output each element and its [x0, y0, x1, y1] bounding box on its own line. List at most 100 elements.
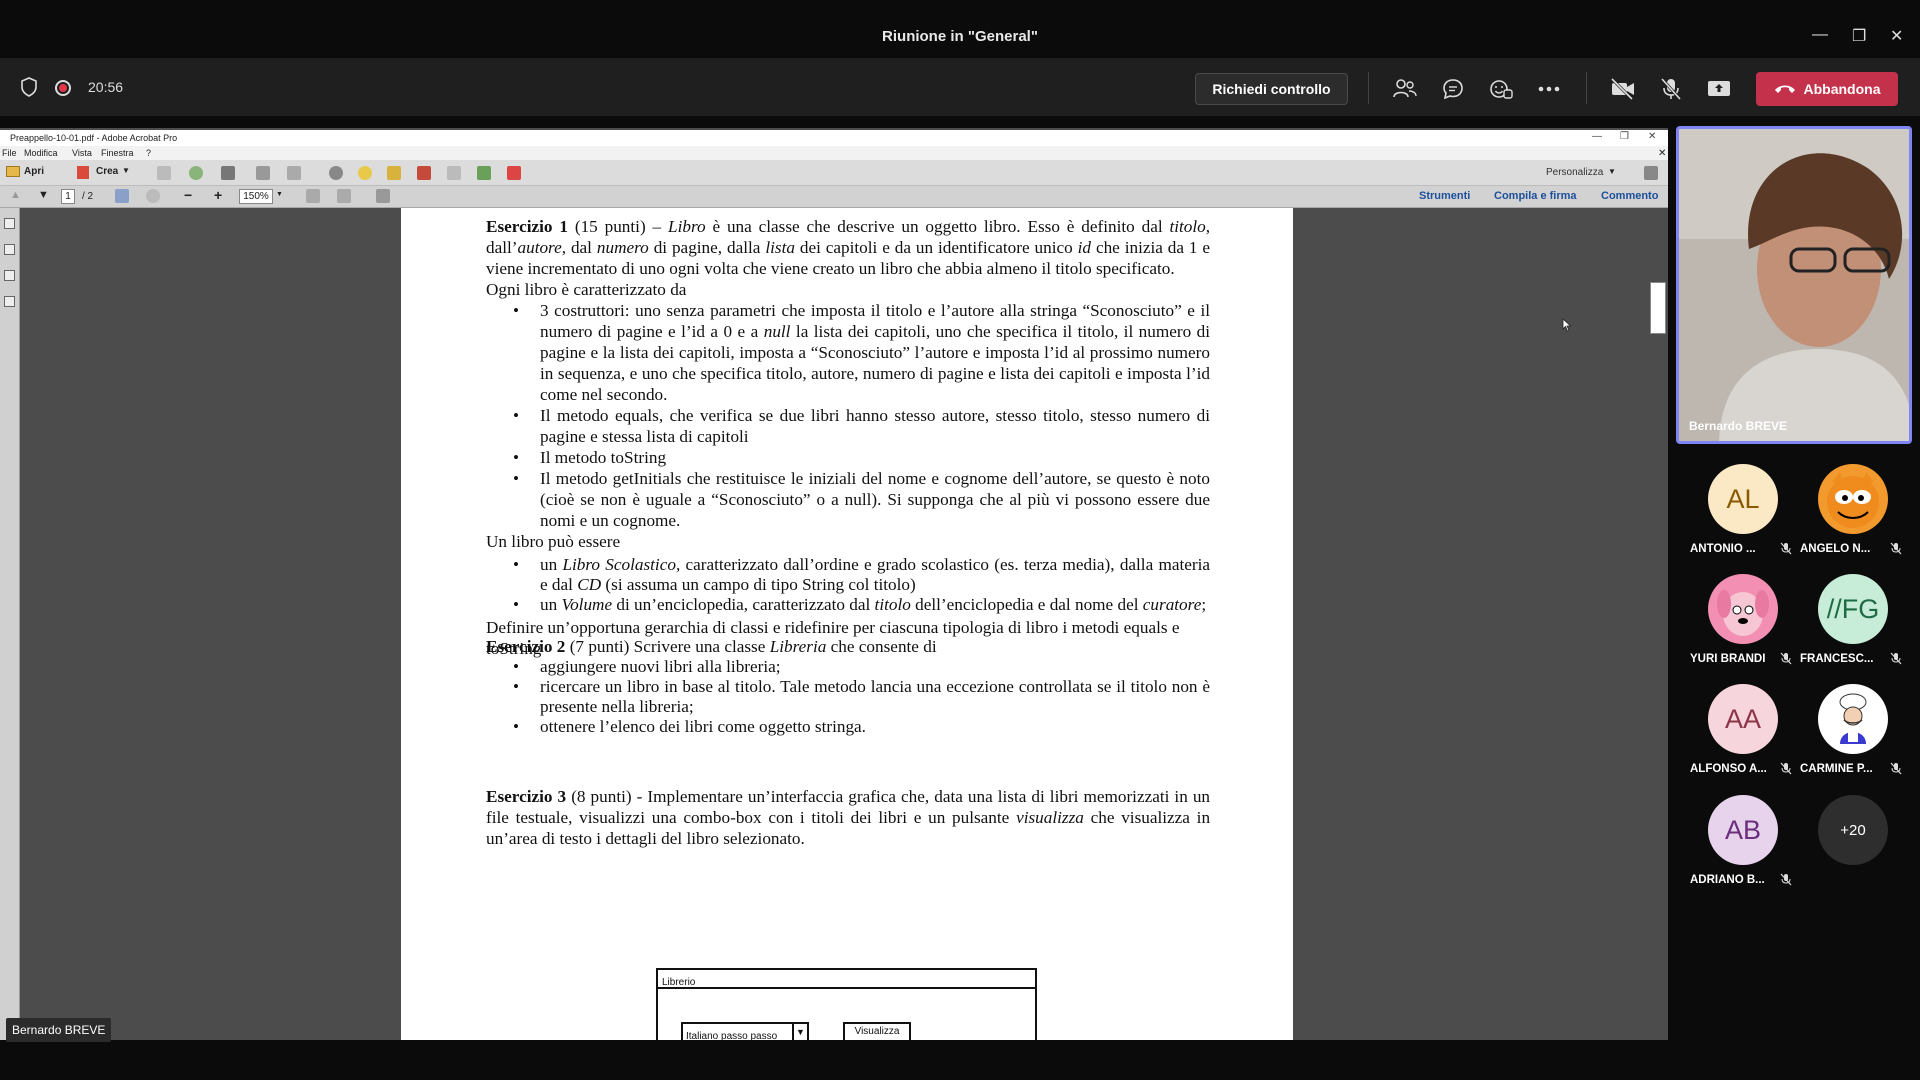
acrobat-toolbar: Apri Crea ▼ Personalizza ▼	[0, 160, 1668, 186]
meeting-timer: 20:56	[88, 79, 124, 95]
menu-close-icon[interactable]: ✕	[1658, 148, 1666, 159]
menu-finestra[interactable]: Finestra	[101, 148, 134, 158]
open-button[interactable]: Apri	[24, 166, 44, 177]
zoom-in-icon[interactable]: +	[214, 187, 222, 203]
export-icon[interactable]	[417, 166, 431, 180]
comment-icon[interactable]	[358, 166, 372, 180]
menu-modifica[interactable]: Modifica	[24, 148, 58, 158]
emph-null: null	[763, 322, 791, 341]
participant-tile[interactable]: CARMINE P...	[1798, 684, 1908, 784]
pdf-scrollbar-thumb[interactable]	[1650, 282, 1666, 334]
speaker-video-tile[interactable]: Bernardo BREVE	[1676, 126, 1912, 444]
pages-panel-icon[interactable]	[4, 218, 15, 229]
text: è una classe che descrive un oggetto lib…	[712, 217, 1163, 236]
mic-off-icon	[1780, 873, 1792, 891]
list-item: aggiungere nuovi libri alla libreria;	[486, 657, 1210, 677]
speaker-name: Bernardo BREVE	[1689, 419, 1788, 433]
close-icon[interactable]: ✕	[1890, 26, 1903, 46]
customize-chevron-icon[interactable]: ▼	[1608, 167, 1616, 176]
print-icon[interactable]	[221, 166, 235, 180]
menu-vista[interactable]: Vista	[72, 148, 92, 158]
library-methods-list: aggiungere nuovi libri alla libreria; ri…	[486, 657, 1210, 737]
sign-icon[interactable]	[507, 166, 521, 180]
prev-page-icon[interactable]: ▲	[10, 189, 21, 201]
restore-icon[interactable]: ❐	[1852, 26, 1866, 46]
page-number-input[interactable]: 1	[61, 189, 75, 204]
create-chevron-icon[interactable]: ▼	[122, 166, 130, 175]
highlight-icon[interactable]	[387, 166, 401, 180]
customize-button[interactable]: Personalizza	[1546, 167, 1603, 178]
zoom-select[interactable]: 150%	[239, 189, 273, 204]
text: dell’enciclopedia e dal nome del	[915, 595, 1139, 614]
list-item: un Libro Scolastico, caratterizzato dall…	[486, 555, 1210, 595]
leave-button[interactable]: Abbandona	[1756, 72, 1898, 106]
share-screen-icon[interactable]	[1706, 76, 1732, 102]
expand-icon[interactable]	[1644, 166, 1658, 180]
read-mode-icon[interactable]	[376, 189, 390, 203]
acrobat-minimize-icon[interactable]: —	[1592, 131, 1602, 142]
text: un	[540, 595, 558, 614]
list-item: ottenere l’elenco dei libri come oggetto…	[486, 717, 1210, 737]
attachments-panel-icon[interactable]	[4, 270, 15, 281]
avatar: AL	[1708, 464, 1778, 534]
fit-width-icon[interactable]	[306, 189, 320, 203]
emph-numero: numero	[596, 238, 649, 257]
exercise-3: Esercizio 3 (8 punti) - Implementare un’…	[486, 786, 1210, 849]
emph-cd: CD	[577, 575, 602, 594]
minimize-icon[interactable]: —	[1812, 26, 1828, 44]
recording-icon	[55, 80, 71, 96]
create-button[interactable]: Crea	[96, 166, 118, 177]
settings-icon[interactable]	[329, 166, 343, 180]
participant-tile[interactable]: YURI BRANDI	[1688, 574, 1798, 674]
people-icon[interactable]	[1392, 76, 1418, 102]
text: di pagine, dalla	[653, 238, 761, 257]
fit-page-icon[interactable]	[337, 189, 351, 203]
acrobat-title-bar: Preappello-10-01.pdf - Adobe Acrobat Pro…	[0, 130, 1668, 146]
zoom-chevron-icon[interactable]: ▼	[276, 191, 283, 198]
next-page-icon[interactable]: ▼	[38, 189, 49, 201]
hand-tool-icon[interactable]	[146, 189, 160, 203]
bookmarks-panel-icon[interactable]	[4, 244, 15, 255]
emph-autore: autore	[517, 238, 562, 257]
signatures-panel-icon[interactable]	[4, 296, 15, 307]
menu-file[interactable]: File	[2, 148, 17, 158]
presenter-name-tag: Bernardo BREVE	[6, 1018, 112, 1042]
save-icon[interactable]	[157, 166, 171, 180]
email-icon[interactable]	[287, 166, 301, 180]
reactions-icon[interactable]	[1488, 76, 1514, 102]
menu-help[interactable]: ?	[146, 148, 151, 158]
acrobat-restore-icon[interactable]: ❐	[1620, 131, 1629, 142]
participant-tile[interactable]: AB ADRIANO B...	[1688, 795, 1798, 895]
more-participants-tile[interactable]: +20	[1798, 795, 1908, 895]
emph-libro: Libro	[668, 217, 706, 236]
chat-icon[interactable]	[1440, 76, 1466, 102]
upload-icon[interactable]	[189, 166, 203, 180]
participant-tile[interactable]: //FG FRANCESC...	[1798, 574, 1908, 674]
camera-off-icon[interactable]	[1610, 76, 1636, 102]
bottom-bar	[0, 1042, 1920, 1080]
zoom-out-icon[interactable]: −	[184, 187, 192, 203]
phone-hangup-icon	[1774, 85, 1795, 93]
combine-icon[interactable]	[447, 166, 461, 180]
more-options-icon[interactable]	[1536, 76, 1562, 102]
fill-sign-link[interactable]: Compila e firma	[1494, 190, 1577, 202]
text: (7 punti) Scrivere una classe	[569, 637, 766, 656]
comment-link[interactable]: Commento	[1601, 190, 1658, 202]
acrobat-close-icon[interactable]: ✕	[1648, 131, 1656, 142]
participant-tile[interactable]: ANGELO N...	[1798, 464, 1908, 564]
mouse-cursor-icon	[1562, 318, 1572, 337]
participant-tile[interactable]: AA ALFONSO A...	[1688, 684, 1798, 784]
mic-off-icon[interactable]	[1658, 76, 1684, 102]
select-tool-icon[interactable]	[115, 189, 129, 203]
can-be-intro: Un libro può essere	[486, 532, 621, 551]
exercise-1-heading: Esercizio 1	[486, 217, 568, 236]
cartoon-chef-avatar	[1818, 684, 1888, 754]
forms-icon[interactable]	[477, 166, 491, 180]
edit-icon[interactable]	[256, 166, 270, 180]
participant-tile[interactable]: AL ANTONIO ...	[1688, 464, 1798, 564]
mic-off-icon	[1890, 652, 1902, 670]
cartoon-cat-avatar	[1818, 464, 1888, 534]
tools-link[interactable]: Strumenti	[1419, 190, 1470, 202]
participant-name: ALFONSO A...	[1690, 763, 1767, 775]
request-control-button[interactable]: Richiedi controllo	[1195, 73, 1348, 105]
